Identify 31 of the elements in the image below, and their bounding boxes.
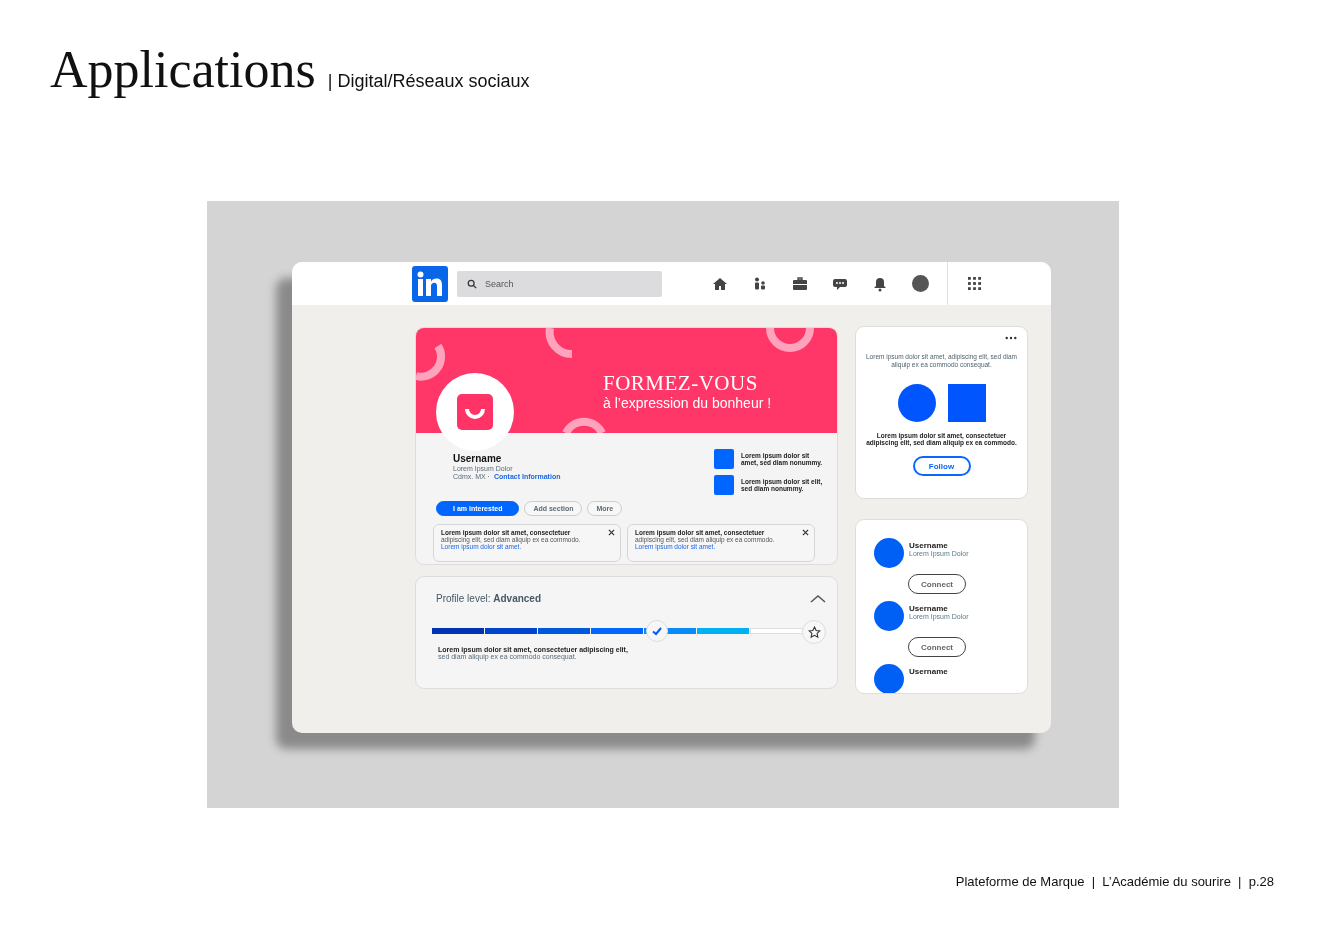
follow-button[interactable]: Follow	[912, 456, 971, 477]
chevron-up-icon[interactable]	[810, 593, 826, 604]
avatar-icon[interactable]	[912, 275, 929, 292]
connect-button[interactable]: Connect	[908, 637, 966, 657]
user-avatar	[874, 664, 904, 693]
user-avatar	[874, 538, 904, 568]
user-name: Username	[909, 667, 948, 676]
page-subtitle: | Digital/Réseaux sociaux	[327, 71, 530, 92]
page-footer: Plateforme de Marque | L’Académie du sourire | p.28	[955, 874, 1274, 889]
page-title: Applications	[50, 40, 316, 99]
profile-name: Username	[453, 453, 503, 464]
highlight-thumbnail	[714, 449, 734, 469]
close-icon[interactable]	[802, 529, 809, 536]
more-icon[interactable]	[1005, 336, 1017, 340]
connect-button[interactable]: Connect	[908, 574, 966, 594]
people-icon[interactable]	[752, 275, 768, 292]
briefcase-icon[interactable]	[792, 275, 808, 292]
user-avatar	[874, 601, 904, 631]
user-name: Username	[909, 541, 949, 550]
smile-logo-icon	[457, 394, 493, 430]
bell-icon[interactable]	[872, 275, 888, 292]
user-name: Username	[909, 604, 949, 613]
profile-level-title: Profile level: Advanced	[436, 593, 542, 604]
search-field[interactable]: Search	[457, 270, 662, 297]
apps-grid-icon[interactable]	[968, 277, 981, 290]
banner-headline: FORMEZ-VOUS	[603, 373, 759, 394]
logo-icon[interactable]	[412, 265, 448, 302]
banner-tagline: à l’expression du bonheur !	[603, 394, 773, 413]
home-icon[interactable]	[712, 275, 728, 292]
close-icon[interactable]	[608, 529, 615, 536]
highlight-thumbnail	[714, 475, 734, 495]
